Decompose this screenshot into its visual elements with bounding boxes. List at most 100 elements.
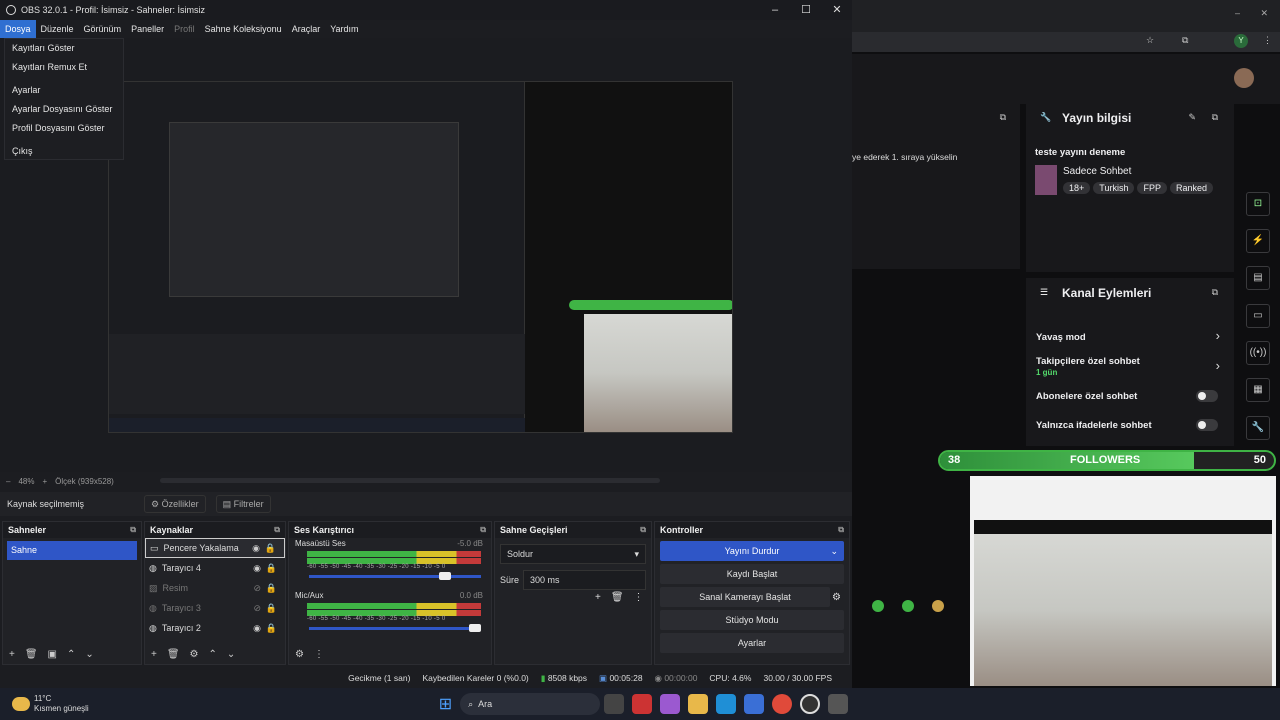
- task-view-icon[interactable]: [604, 694, 625, 714]
- bolt-icon[interactable]: ⚡: [1246, 229, 1270, 253]
- followers-only-label[interactable]: Takipçilere özel sohbet: [1036, 356, 1140, 367]
- gear-icon[interactable]: ⚙: [295, 649, 304, 660]
- source-row[interactable]: ◍ Tarayıcı 3 ⊘ 🔒: [145, 598, 285, 618]
- chrome-icon[interactable]: [772, 694, 793, 714]
- popout-icon[interactable]: ⧉: [480, 522, 486, 538]
- store-icon[interactable]: [744, 694, 765, 714]
- transition-select[interactable]: Soldur ▾: [500, 544, 646, 564]
- volume-slider[interactable]: [309, 624, 481, 632]
- lock-icon[interactable]: 🔒: [266, 618, 277, 638]
- chevron-down-icon[interactable]: ⌄: [830, 541, 838, 561]
- chevron-right-icon[interactable]: ›: [1216, 358, 1220, 373]
- windows-start-icon[interactable]: ⊞: [439, 694, 452, 714]
- trash-icon[interactable]: 🗑: [167, 649, 180, 660]
- menu-file[interactable]: Dosya: [0, 20, 36, 38]
- chevron-right-icon[interactable]: ›: [1216, 328, 1220, 343]
- maximize-button[interactable]: ☐: [791, 2, 821, 18]
- popout-icon[interactable]: ⧉: [130, 522, 136, 538]
- gear-icon[interactable]: ⚙: [832, 592, 841, 603]
- move-up-icon[interactable]: ⌃: [67, 649, 75, 660]
- preview-scrollbar[interactable]: [160, 478, 660, 483]
- menu-item-show-settings-folder[interactable]: Ayarlar Dosyasını Göster: [5, 100, 123, 119]
- menu-item-exit[interactable]: Çıkış: [5, 142, 123, 161]
- start-recording-button[interactable]: Kaydı Başlat: [660, 564, 844, 584]
- eye-icon[interactable]: ◉: [253, 558, 261, 578]
- stop-streaming-button[interactable]: Yayını Durdur ⌄: [660, 541, 844, 561]
- close-button[interactable]: ✕: [822, 2, 852, 18]
- settings-button[interactable]: Ayarlar: [660, 633, 844, 653]
- popout-icon[interactable]: ⧉: [640, 522, 646, 538]
- popout-icon[interactable]: ⧉: [274, 522, 280, 538]
- weather-widget[interactable]: 11°C Kısmen güneşli: [34, 694, 89, 714]
- file-explorer-icon[interactable]: [688, 694, 709, 714]
- menu-scene-collection[interactable]: Sahne Koleksiyonu: [200, 20, 287, 38]
- filter-icon[interactable]: ▣: [48, 649, 57, 660]
- add-icon[interactable]: +: [595, 592, 601, 603]
- lock-icon[interactable]: 🔒: [265, 538, 276, 558]
- eye-hidden-icon[interactable]: ⊘: [253, 598, 261, 618]
- slider-knob[interactable]: [439, 572, 451, 580]
- add-icon[interactable]: +: [151, 649, 157, 660]
- popout-icon[interactable]: ⧉: [1000, 112, 1006, 123]
- star-icon[interactable]: ☆: [1146, 35, 1154, 46]
- menu-item-settings[interactable]: Ayarlar: [5, 81, 123, 100]
- note-icon[interactable]: ▤: [1246, 266, 1270, 290]
- menu-view[interactable]: Görünüm: [79, 20, 127, 38]
- menu-profile[interactable]: Profil: [169, 20, 200, 38]
- more-icon[interactable]: ⋮: [314, 649, 324, 660]
- app-icon[interactable]: [632, 694, 653, 714]
- add-icon[interactable]: +: [9, 649, 15, 660]
- menu-tools[interactable]: Araçlar: [287, 20, 326, 38]
- obs-icon[interactable]: [800, 694, 821, 714]
- wrench-icon[interactable]: 🔧: [1246, 416, 1270, 440]
- record-icon[interactable]: ⊡: [1246, 192, 1270, 216]
- menu-docks[interactable]: Paneller: [126, 20, 169, 38]
- menu-item-show-profile-folder[interactable]: Profil Dosyasını Göster: [5, 119, 123, 138]
- lock-icon[interactable]: 🔒: [266, 558, 277, 578]
- trash-icon[interactable]: 🗑: [611, 592, 624, 603]
- slider-knob[interactable]: [469, 624, 481, 632]
- tag[interactable]: Ranked: [1169, 182, 1213, 194]
- profile-avatar[interactable]: Y: [1234, 34, 1248, 48]
- tag[interactable]: FPP: [1137, 182, 1167, 194]
- scene-item[interactable]: Sahne: [7, 541, 137, 560]
- menu-item-remux-recordings[interactable]: Kayıtları Remux Et: [5, 58, 123, 77]
- menu-help[interactable]: Yardım: [325, 20, 363, 38]
- more-icon[interactable]: ⋮: [634, 592, 644, 603]
- source-row[interactable]: ▨ Resim ⊘ 🔒: [145, 578, 285, 598]
- menu-edit[interactable]: Düzenle: [36, 20, 79, 38]
- trash-icon[interactable]: 🗑: [25, 649, 38, 660]
- app-icon[interactable]: [660, 694, 681, 714]
- start-virtual-camera-button[interactable]: Sanal Kamerayı Başlat: [660, 587, 831, 607]
- taskbar-search[interactable]: ⌕ Ara: [460, 693, 601, 715]
- volume-slider[interactable]: [309, 572, 481, 580]
- duration-input[interactable]: 300 ms: [523, 570, 646, 590]
- popout-icon[interactable]: ⧉: [1212, 112, 1218, 123]
- layout-icon[interactable]: ▦: [1246, 378, 1270, 402]
- properties-button[interactable]: ⚙ Özellikler: [144, 495, 206, 513]
- zoom-in-button[interactable]: +: [42, 477, 47, 486]
- extensions-icon[interactable]: ⧉: [1182, 35, 1188, 46]
- popout-icon[interactable]: ⧉: [838, 522, 844, 538]
- popout-icon[interactable]: ⧉: [1212, 287, 1218, 298]
- source-row[interactable]: ◍ Tarayıcı 2 ◉ 🔒: [145, 618, 285, 638]
- zoom-out-button[interactable]: –: [6, 477, 10, 486]
- edge-icon[interactable]: [716, 694, 737, 714]
- emote-only-toggle[interactable]: [1196, 419, 1218, 431]
- eye-icon[interactable]: ◉: [253, 618, 261, 638]
- edit-icon[interactable]: ✎: [1188, 112, 1196, 123]
- broadcast-icon[interactable]: ((•)): [1246, 341, 1270, 365]
- window-capture-preview[interactable]: [108, 81, 733, 433]
- move-down-icon[interactable]: ⌄: [85, 649, 93, 660]
- filters-button[interactable]: ▤ Filtreler: [215, 495, 271, 513]
- eye-icon[interactable]: ◉: [252, 538, 260, 558]
- minimize-button[interactable]: –: [1235, 8, 1240, 18]
- app-icon[interactable]: [828, 694, 849, 714]
- menu-icon[interactable]: ⋮: [1263, 35, 1272, 46]
- tag[interactable]: 18+: [1063, 182, 1091, 194]
- category-name[interactable]: Sadece Sohbet: [1063, 166, 1131, 177]
- tag[interactable]: Turkish: [1093, 182, 1135, 194]
- studio-mode-button[interactable]: Stüdyo Modu: [660, 610, 844, 630]
- eye-hidden-icon[interactable]: ⊘: [253, 578, 261, 598]
- minimize-button[interactable]: –: [760, 2, 790, 18]
